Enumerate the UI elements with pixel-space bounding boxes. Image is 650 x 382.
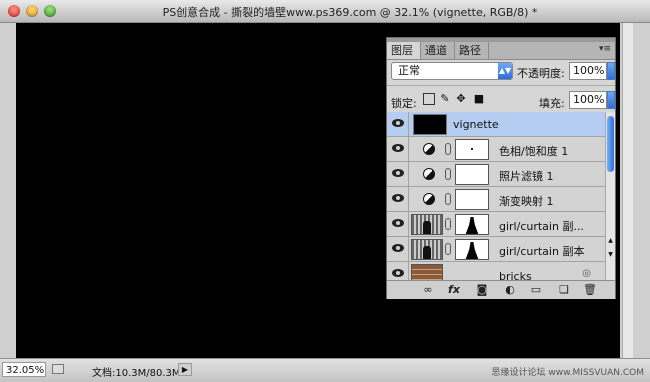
eye-icon xyxy=(392,244,404,252)
zoom-level-input[interactable]: 32.05% xyxy=(2,362,46,377)
fill-input[interactable]: 100% xyxy=(569,91,607,109)
layer-name: 照片滤镜 1 xyxy=(499,170,554,183)
layer-name: girl/curtain 副... xyxy=(499,220,584,233)
layer-row-gradient-map[interactable]: 渐变映射 1 xyxy=(387,187,605,212)
link-chain-icon xyxy=(445,218,451,230)
layer-thumbnail xyxy=(411,239,443,260)
visibility-toggle[interactable] xyxy=(387,262,409,280)
layers-bottom-toolbar: ∞ fx ◙ ◐ ▭ ❏ 🗑 xyxy=(387,280,615,299)
layer-style-icon[interactable]: ◎ xyxy=(582,268,591,279)
document-info-icon[interactable] xyxy=(52,364,64,374)
tab-channels[interactable]: 通道 xyxy=(421,42,455,59)
visibility-toggle[interactable] xyxy=(387,137,409,161)
layer-mask-thumbnail[interactable] xyxy=(455,214,489,235)
status-bar: 32.05% 文档:10.3M/80.3M ▶ 思缘设计论坛 www.MISSV… xyxy=(0,358,650,382)
fill-dropdown-button[interactable] xyxy=(607,91,615,109)
updown-arrows-icon: ▲▼ xyxy=(498,63,512,79)
watermark: 思缘设计论坛 www.MISSVUAN.COM xyxy=(491,368,644,378)
eye-icon xyxy=(392,194,404,202)
title-bar[interactable]: PS创意合成 - 撕裂的墙壁www.ps369.com @ 32.1% (vig… xyxy=(0,0,650,23)
layer-mask-thumbnail[interactable] xyxy=(455,139,489,160)
minimize-window-button[interactable] xyxy=(26,5,38,17)
eye-icon xyxy=(392,269,404,277)
zoom-window-button[interactable] xyxy=(44,5,56,17)
close-window-button[interactable] xyxy=(8,5,20,17)
blend-mode-select[interactable]: 正常 ▲▼ xyxy=(391,62,513,80)
lock-position-icon[interactable]: ✥ xyxy=(455,93,467,105)
layer-row-bricks[interactable]: bricks ◎ xyxy=(387,262,605,280)
link-chain-icon xyxy=(445,168,451,180)
adjustment-layer-icon xyxy=(423,143,435,155)
layer-name: bricks xyxy=(499,270,532,280)
window-title: PS创意合成 - 撕裂的墙壁www.ps369.com @ 32.1% (vig… xyxy=(162,6,538,19)
layer-name: 渐变映射 1 xyxy=(499,195,554,208)
lock-label: 锁定: xyxy=(391,97,417,110)
add-mask-icon[interactable]: ◙ xyxy=(475,283,489,296)
adjustment-layer-icon xyxy=(423,168,435,180)
layer-mask-thumbnail[interactable] xyxy=(455,164,489,185)
layer-row-vignette[interactable]: vignette xyxy=(387,112,605,137)
trash-icon[interactable]: 🗑 xyxy=(583,283,597,296)
layer-thumbnail xyxy=(411,264,443,280)
visibility-toggle[interactable] xyxy=(387,237,409,261)
fill-label: 填充: xyxy=(539,97,565,110)
tab-paths[interactable]: 路径 xyxy=(455,42,489,59)
opacity-input[interactable]: 100% xyxy=(569,62,607,80)
scroll-down-arrow-icon[interactable]: ▼ xyxy=(607,252,614,258)
canvas-vertical-scrollbar[interactable] xyxy=(622,23,633,358)
new-group-icon[interactable]: ▭ xyxy=(529,283,543,296)
document-size: 文档:10.3M/80.3M xyxy=(92,368,181,379)
eye-icon xyxy=(392,144,404,152)
layer-name: girl/curtain 副本 xyxy=(499,245,585,258)
eye-icon xyxy=(392,119,404,127)
layer-row-girl-curtain-copy[interactable]: girl/curtain 副本 xyxy=(387,237,605,262)
layers-list: vignette 色相/饱和度 1 照片滤镜 1 渐变映射 1 girl/cur… xyxy=(387,112,605,280)
new-layer-icon[interactable]: ❏ xyxy=(557,283,571,296)
link-chain-icon xyxy=(445,193,451,205)
layer-row-photo-filter[interactable]: 照片滤镜 1 xyxy=(387,162,605,187)
link-chain-icon xyxy=(445,243,451,255)
eye-icon xyxy=(392,219,404,227)
scroll-thumb[interactable] xyxy=(607,116,614,172)
link-layers-icon[interactable]: ∞ xyxy=(421,283,435,296)
tab-layers[interactable]: 图层 xyxy=(387,42,421,59)
panel-tabs: 图层 通道 路径 ▾≡ xyxy=(387,42,615,60)
layers-scrollbar[interactable]: ▲ ▼ xyxy=(605,112,615,280)
opacity-label: 不透明度: xyxy=(517,67,565,80)
left-gutter xyxy=(0,23,16,358)
layer-name: 色相/饱和度 1 xyxy=(499,145,569,158)
blend-mode-value: 正常 xyxy=(398,64,420,77)
layer-thumbnail xyxy=(413,114,447,135)
visibility-toggle[interactable] xyxy=(387,162,409,186)
divider xyxy=(387,85,615,86)
panel-menu-icon[interactable]: ▾≡ xyxy=(599,44,611,54)
visibility-toggle[interactable] xyxy=(387,212,409,236)
visibility-toggle[interactable] xyxy=(387,112,409,136)
link-chain-icon xyxy=(445,143,451,155)
fx-icon[interactable]: fx xyxy=(447,283,461,296)
layer-mask-thumbnail[interactable] xyxy=(455,239,489,260)
layer-mask-thumbnail[interactable] xyxy=(455,189,489,210)
lock-transparent-pixels-icon[interactable] xyxy=(423,93,435,105)
layer-row-hue-saturation[interactable]: 色相/饱和度 1 xyxy=(387,137,605,162)
visibility-toggle[interactable] xyxy=(387,187,409,211)
layer-thumbnail xyxy=(411,214,443,235)
scroll-up-arrow-icon[interactable]: ▲ xyxy=(607,238,614,244)
layer-row-girl-curtain-copy-2[interactable]: girl/curtain 副... xyxy=(387,212,605,237)
adjustment-layer-icon xyxy=(423,193,435,205)
lock-all-icon[interactable]: ■ xyxy=(473,93,485,105)
layer-name: vignette xyxy=(453,118,499,131)
layers-panel: 图层 通道 路径 ▾≡ 正常 ▲▼ 不透明度: 100% 锁定: ✎ ✥ ■ 填… xyxy=(386,37,616,299)
lock-image-pixels-icon[interactable]: ✎ xyxy=(439,93,451,105)
status-menu-button[interactable]: ▶ xyxy=(178,363,192,376)
eye-icon xyxy=(392,169,404,177)
opacity-dropdown-button[interactable] xyxy=(607,62,615,80)
adjustment-layer-icon[interactable]: ◐ xyxy=(503,283,517,296)
